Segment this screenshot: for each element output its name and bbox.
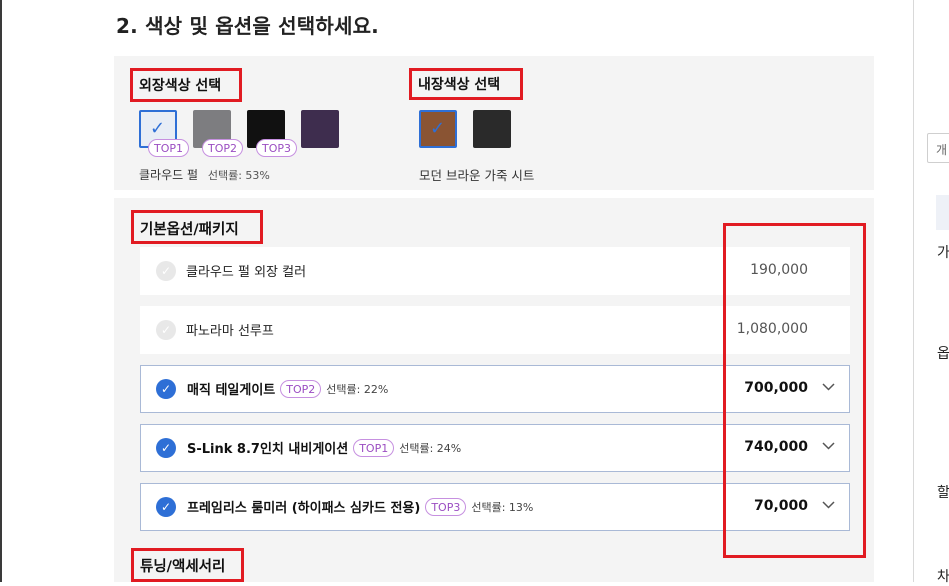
interior-swatch-black[interactable]: [473, 110, 511, 148]
option-label: 파노라마 선루프: [186, 324, 274, 339]
section-title: 2. 색상 및 옵션을 선택하세요.: [116, 14, 379, 38]
option-name: 파노라마 선루프: [186, 320, 274, 339]
top-badge: TOP2: [202, 139, 244, 157]
top-badge: TOP3: [425, 497, 467, 516]
right-panel-input[interactable]: 개: [927, 133, 949, 163]
option-rate: 선택률: 24%: [399, 441, 462, 455]
top-badge: TOP1: [148, 139, 190, 157]
option-name: 클라우드 펄 외장 컬러: [186, 261, 306, 280]
top-badge: TOP1: [353, 438, 395, 457]
check-icon[interactable]: ✓: [156, 320, 176, 340]
option-label: S-Link 8.7인치 내비게이션: [187, 442, 349, 457]
option-name: 매직 테일게이트 TOP2 선택률: 22%: [187, 379, 388, 398]
tuning-accessory-label: 튜닝/액세서리: [140, 559, 226, 575]
option-label: 매직 테일게이트: [187, 383, 276, 398]
top-badge: TOP3: [256, 139, 298, 157]
check-icon: ✓: [430, 118, 446, 139]
window-border: [0, 0, 2, 582]
check-icon[interactable]: ✓: [156, 379, 176, 399]
annotation-box: [723, 223, 866, 558]
right-panel-text: 옵: [937, 346, 949, 362]
option-label: 클라우드 펄 외장 컬러: [186, 265, 307, 280]
right-panel-text: 할: [937, 485, 949, 501]
check-icon[interactable]: ✓: [156, 438, 176, 458]
right-panel-text: 차: [937, 569, 949, 585]
interior-selected-name: 모던 브라운 가죽 시트: [419, 168, 535, 183]
option-rate: 선택률: 22%: [326, 382, 389, 396]
right-panel-text: 가: [937, 245, 949, 261]
option-name: S-Link 8.7인치 내비게이션 TOP1 선택률: 24%: [187, 438, 461, 457]
basic-options-label: 기본옵션/패키지: [140, 222, 239, 238]
top-badge: TOP2: [280, 379, 322, 398]
check-icon[interactable]: ✓: [156, 497, 176, 517]
exterior-selected-name: 클라우드 펄 선택률: 53%: [139, 166, 270, 183]
exterior-rate: 선택률: 53%: [207, 169, 270, 182]
exterior-color-name: 클라우드 펄: [139, 168, 199, 182]
option-name: 프레임리스 룸미러 (하이패스 심카드 전용) TOP3 선택률: 13%: [187, 497, 533, 516]
check-icon: ✓: [150, 118, 166, 139]
check-icon[interactable]: ✓: [156, 261, 176, 281]
exterior-swatch-purple[interactable]: [301, 110, 339, 148]
interior-color-label: 내장색상 선택: [418, 77, 501, 93]
option-rate: 선택률: 13%: [471, 500, 534, 514]
right-panel-highlight: [936, 195, 949, 230]
interior-swatch-brown[interactable]: ✓: [419, 110, 457, 148]
option-label: 프레임리스 룸미러 (하이패스 심카드 전용): [187, 501, 421, 516]
exterior-color-label: 외장색상 선택: [139, 78, 222, 94]
